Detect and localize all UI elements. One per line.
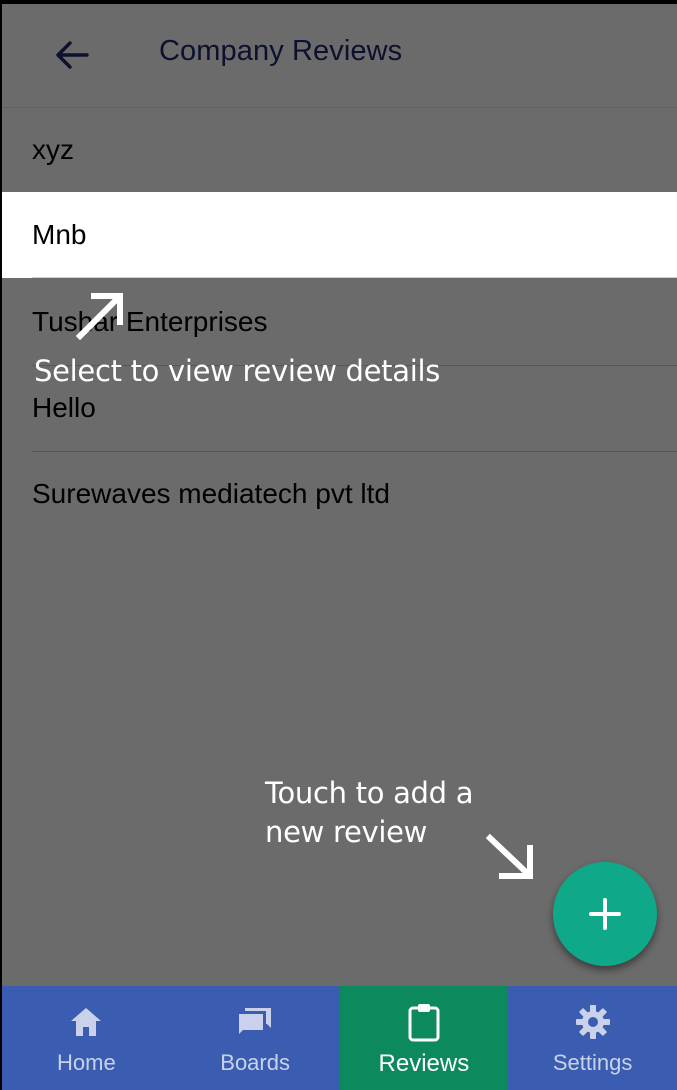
nav-item-home[interactable]: Home <box>2 986 171 1090</box>
boards-icon <box>239 1008 272 1034</box>
nav-item-settings[interactable]: Settings <box>508 986 677 1090</box>
home-icon <box>71 1008 102 1036</box>
page-title: Company Reviews <box>159 35 403 67</box>
nav-label: Boards <box>220 1050 290 1075</box>
divider <box>32 277 677 278</box>
app-screen: Company Reviews xyz Tushar Enterprises H… <box>2 4 677 1090</box>
clipboard-icon <box>408 1004 440 1042</box>
list-item-label: Tushar Enterprises <box>32 306 268 337</box>
highlighted-list-item[interactable]: Mnb <box>2 192 677 278</box>
coach-text-select: Select to view review details <box>34 354 441 388</box>
list-item-label: Surewaves mediatech pvt ltd <box>32 478 390 509</box>
gear-icon <box>575 1005 610 1039</box>
plus-icon <box>589 898 621 930</box>
list-item-label: xyz <box>32 134 74 165</box>
add-review-button[interactable] <box>553 862 657 966</box>
coach-text-add: Touch to add a new review <box>265 774 473 852</box>
app-bar: Company Reviews <box>2 4 677 108</box>
list-item[interactable]: xyz <box>2 108 677 194</box>
coach-text-line: Touch to add a <box>265 776 474 810</box>
nav-label: Settings <box>552 1050 633 1075</box>
arrow-left-icon <box>56 41 89 69</box>
back-button[interactable] <box>52 38 92 72</box>
arrow-down-right-icon <box>485 833 533 879</box>
arrow-up-right-icon <box>75 293 123 341</box>
nav-item-boards[interactable]: Boards <box>171 986 340 1090</box>
list-item[interactable]: Surewaves mediatech pvt ltd <box>2 452 677 538</box>
list-item-label: Mnb <box>32 219 87 250</box>
nav-label: Reviews <box>378 1050 470 1077</box>
nav-item-reviews[interactable]: Reviews <box>339 986 509 1090</box>
coach-text-line: new review <box>265 815 428 849</box>
nav-label: Home <box>57 1050 116 1075</box>
list-item-label: Hello <box>32 392 96 423</box>
bottom-navigation: Home Boards Reviews Settings <box>2 986 677 1090</box>
